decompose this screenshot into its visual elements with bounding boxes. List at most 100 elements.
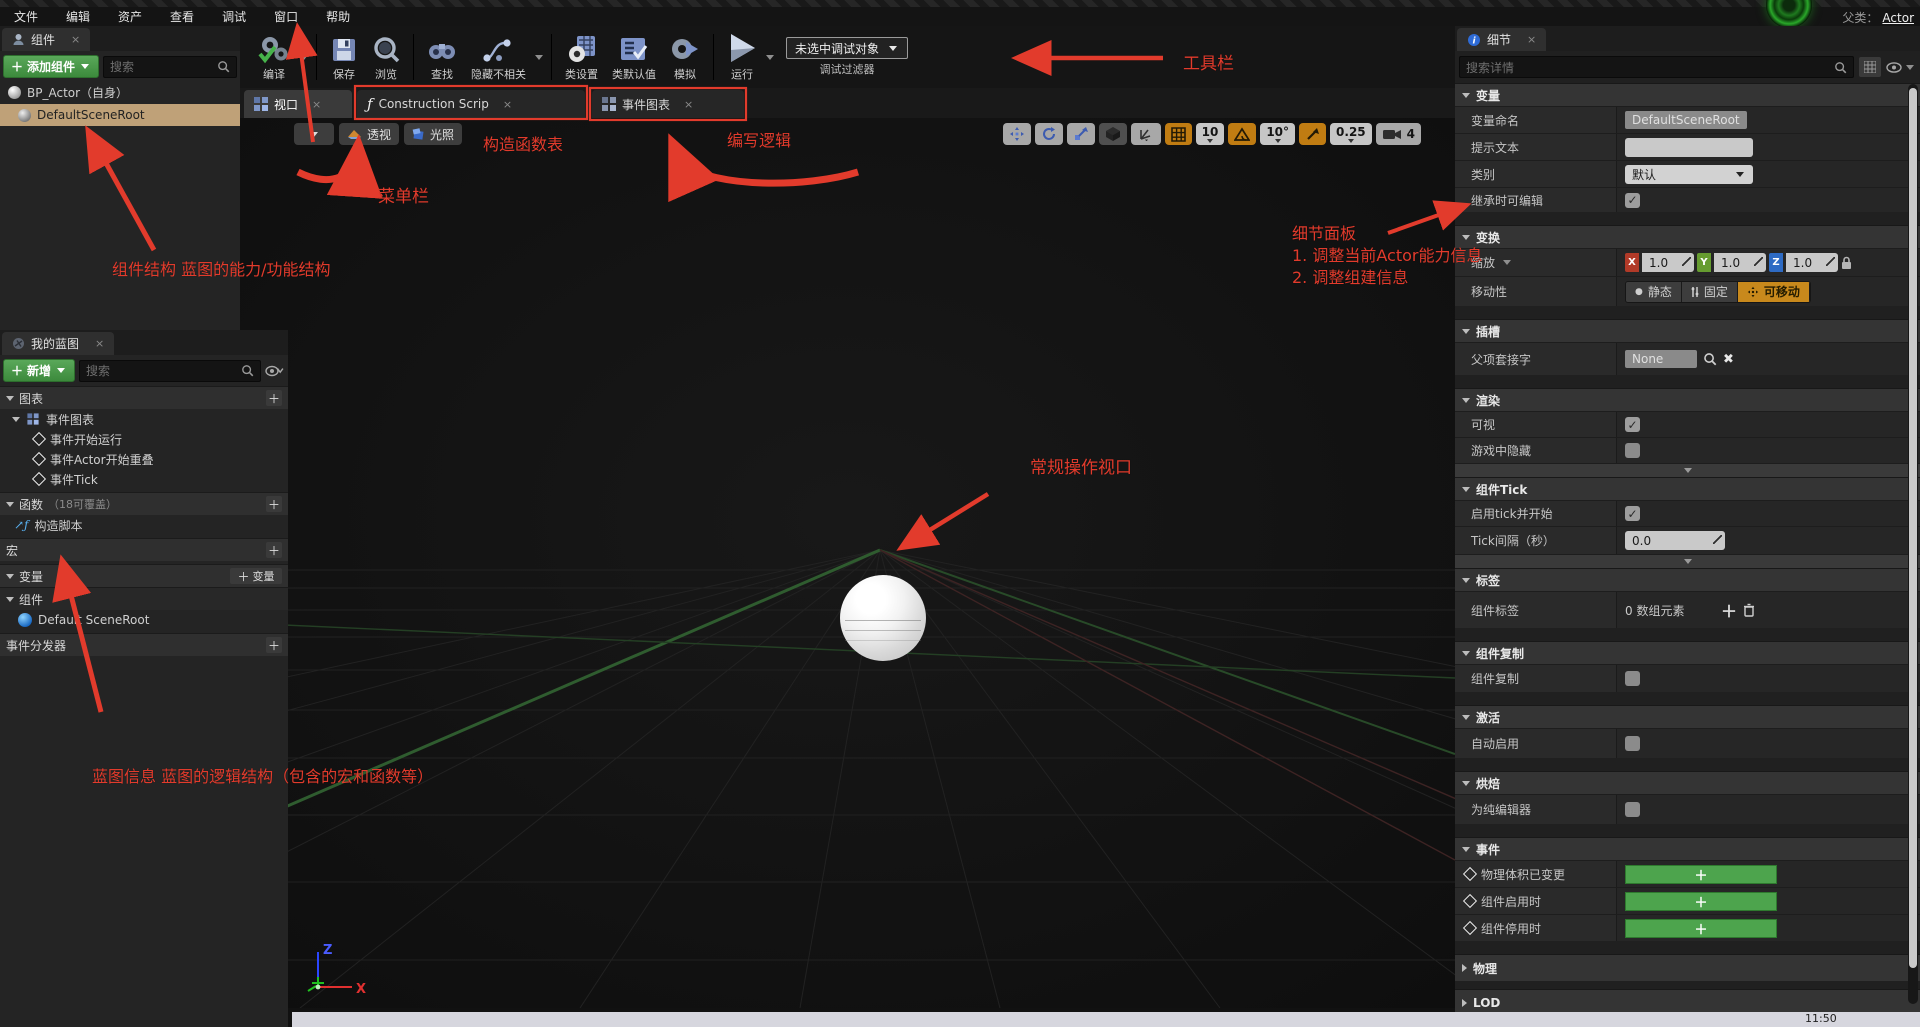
section-sockets[interactable]: 插槽 bbox=[1455, 319, 1920, 342]
add-macro-button[interactable]: ＋ bbox=[266, 542, 282, 558]
macros-section-header[interactable]: 宏 ＋ bbox=[0, 538, 288, 561]
section-component-tick[interactable]: 组件Tick bbox=[1455, 477, 1920, 500]
add-dispatcher-button[interactable]: ＋ bbox=[266, 637, 282, 653]
section-cooking[interactable]: 烘焙 bbox=[1455, 771, 1920, 794]
scale-z-input[interactable]: 1.0 bbox=[1786, 253, 1838, 272]
add-graph-button[interactable]: ＋ bbox=[266, 390, 282, 406]
new-button[interactable]: ＋ 新增 bbox=[3, 359, 75, 382]
clear-icon[interactable]: ✖ bbox=[1723, 352, 1734, 367]
add-element-icon[interactable]: ＋ bbox=[1721, 598, 1737, 622]
class-settings-button[interactable]: 类设置 bbox=[565, 32, 598, 82]
visible-checkbox[interactable]: ✓ bbox=[1625, 417, 1640, 432]
section-rendering[interactable]: 渲染 bbox=[1455, 388, 1920, 411]
section-replication[interactable]: 组件复制 bbox=[1455, 641, 1920, 664]
window-titlebar[interactable] bbox=[0, 0, 1920, 7]
components-section-header[interactable]: 组件 bbox=[0, 587, 288, 610]
grid-snap-value-button[interactable]: 10 bbox=[1196, 123, 1225, 145]
viewport-options-button[interactable] bbox=[294, 123, 334, 145]
world-local-toggle-button[interactable] bbox=[1099, 123, 1127, 145]
add-variable-button[interactable]: ＋变量 bbox=[230, 568, 282, 584]
display-filter-button[interactable] bbox=[1886, 62, 1916, 73]
section-lod[interactable]: LOD bbox=[1455, 989, 1920, 1012]
tab-event-graph[interactable]: 事件图表 × bbox=[592, 90, 744, 118]
tab-construction-script[interactable]: ƒ Construction Scrip × bbox=[357, 90, 585, 118]
translate-tool-button[interactable] bbox=[1003, 123, 1031, 145]
tab-details[interactable]: i 细节 × bbox=[1457, 28, 1546, 51]
my-blueprint-search-input[interactable]: 搜索 bbox=[79, 360, 261, 382]
start-tick-checkbox[interactable]: ✓ bbox=[1625, 506, 1640, 521]
dispatchers-section-header[interactable]: 事件分发器 ＋ bbox=[0, 633, 288, 656]
simulate-button[interactable]: 模拟 bbox=[670, 32, 700, 82]
search-icon[interactable] bbox=[1703, 352, 1717, 366]
browse-button[interactable]: 浏览 bbox=[372, 32, 400, 82]
tab-components[interactable]: 组件 × bbox=[2, 28, 90, 51]
mobility-static-option[interactable]: ●静态 bbox=[1626, 282, 1682, 302]
menu-window[interactable]: 窗口 bbox=[260, 7, 312, 26]
find-button[interactable]: 查找 bbox=[427, 32, 457, 82]
menu-debug[interactable]: 调试 bbox=[208, 7, 260, 26]
component-row-root[interactable]: BP_Actor（自身） bbox=[0, 82, 240, 102]
viewport-3d[interactable]: 透视 光照 10 10° 0. bbox=[240, 118, 1455, 1008]
auto-activate-checkbox[interactable] bbox=[1625, 736, 1640, 751]
trash-icon[interactable] bbox=[1743, 603, 1755, 617]
section-transform[interactable]: 变换 bbox=[1455, 225, 1920, 248]
event-graph-row[interactable]: 事件图表 bbox=[0, 409, 288, 429]
hidden-in-game-checkbox[interactable] bbox=[1625, 443, 1640, 458]
tab-viewport[interactable]: 视口 × bbox=[244, 90, 352, 118]
functions-section-header[interactable]: 函数 （18可覆盖） ＋ bbox=[0, 492, 288, 515]
variables-section-header[interactable]: 变量 ＋变量 bbox=[0, 564, 288, 587]
details-scrollbar[interactable] bbox=[1908, 84, 1918, 1004]
property-matrix-button[interactable] bbox=[1859, 57, 1881, 77]
add-function-button[interactable]: ＋ bbox=[266, 496, 282, 512]
add-event-button[interactable]: ＋ bbox=[1625, 919, 1777, 938]
hide-unrelated-button[interactable]: 隐藏不相关 bbox=[471, 32, 526, 82]
chevron-down-icon[interactable] bbox=[1503, 260, 1511, 265]
tick-interval-input[interactable]: 0.0 bbox=[1625, 531, 1725, 550]
close-icon[interactable]: × bbox=[312, 98, 321, 111]
section-physics[interactable]: 物理 bbox=[1455, 954, 1920, 981]
hide-unrelated-dropdown-icon[interactable] bbox=[535, 55, 543, 60]
event-row[interactable]: 事件开始运行 bbox=[0, 429, 288, 449]
menu-edit[interactable]: 编辑 bbox=[52, 7, 104, 26]
tooltip-input[interactable] bbox=[1625, 138, 1753, 157]
scale-tool-button[interactable] bbox=[1067, 123, 1095, 145]
compile-dropdown-icon[interactable] bbox=[300, 55, 308, 60]
scrollbar-thumb[interactable] bbox=[1909, 88, 1917, 968]
graphs-section-header[interactable]: 图表 ＋ bbox=[0, 386, 288, 409]
rotation-snap-toggle-button[interactable] bbox=[1228, 123, 1256, 145]
components-search-input[interactable]: 搜索 bbox=[103, 56, 237, 78]
category-dropdown[interactable]: 默认 bbox=[1625, 165, 1753, 184]
surface-snap-button[interactable] bbox=[1131, 123, 1161, 145]
expand-more-bar[interactable] bbox=[1455, 463, 1920, 477]
scale-snap-value-button[interactable]: 0.25 bbox=[1330, 123, 1372, 145]
tab-my-blueprint[interactable]: 我的蓝图 × bbox=[2, 332, 114, 355]
save-button[interactable]: 保存 bbox=[330, 32, 358, 82]
mobility-stationary-option[interactable]: 固定 bbox=[1682, 282, 1738, 302]
compile-button[interactable]: 编译 bbox=[257, 32, 291, 82]
grid-snap-toggle-button[interactable] bbox=[1165, 123, 1192, 145]
scale-y-input[interactable]: 1.0 bbox=[1714, 253, 1766, 272]
scale-snap-toggle-button[interactable] bbox=[1299, 123, 1326, 145]
mobility-movable-option[interactable]: 可移动 bbox=[1738, 282, 1810, 302]
close-icon[interactable]: × bbox=[71, 33, 80, 46]
construction-script-row[interactable]: ↗ƒ 构造脚本 bbox=[0, 515, 288, 535]
close-icon[interactable]: × bbox=[503, 98, 512, 111]
lock-icon[interactable] bbox=[1841, 256, 1852, 270]
menu-help[interactable]: 帮助 bbox=[312, 7, 364, 26]
add-event-button[interactable]: ＋ bbox=[1625, 892, 1777, 911]
perspective-button[interactable]: 透视 bbox=[339, 123, 399, 145]
event-row[interactable]: 事件Tick bbox=[0, 469, 288, 489]
add-event-button[interactable]: ＋ bbox=[1625, 865, 1777, 884]
rotation-snap-value-button[interactable]: 10° bbox=[1260, 123, 1295, 145]
section-tags[interactable]: 标签 bbox=[1455, 568, 1920, 591]
event-row[interactable]: 事件Actor开始重叠 bbox=[0, 449, 288, 469]
menu-asset[interactable]: 资产 bbox=[104, 7, 156, 26]
menu-file[interactable]: 文件 bbox=[0, 7, 52, 26]
expand-more-bar[interactable] bbox=[1455, 554, 1920, 568]
camera-speed-button[interactable]: 4 bbox=[1376, 123, 1421, 145]
close-icon[interactable]: × bbox=[95, 337, 104, 350]
section-variable[interactable]: 变量 bbox=[1455, 83, 1920, 106]
play-button[interactable]: 运行 bbox=[727, 32, 757, 82]
lighting-button[interactable]: 光照 bbox=[404, 123, 462, 145]
sphere-actor[interactable] bbox=[840, 575, 926, 661]
